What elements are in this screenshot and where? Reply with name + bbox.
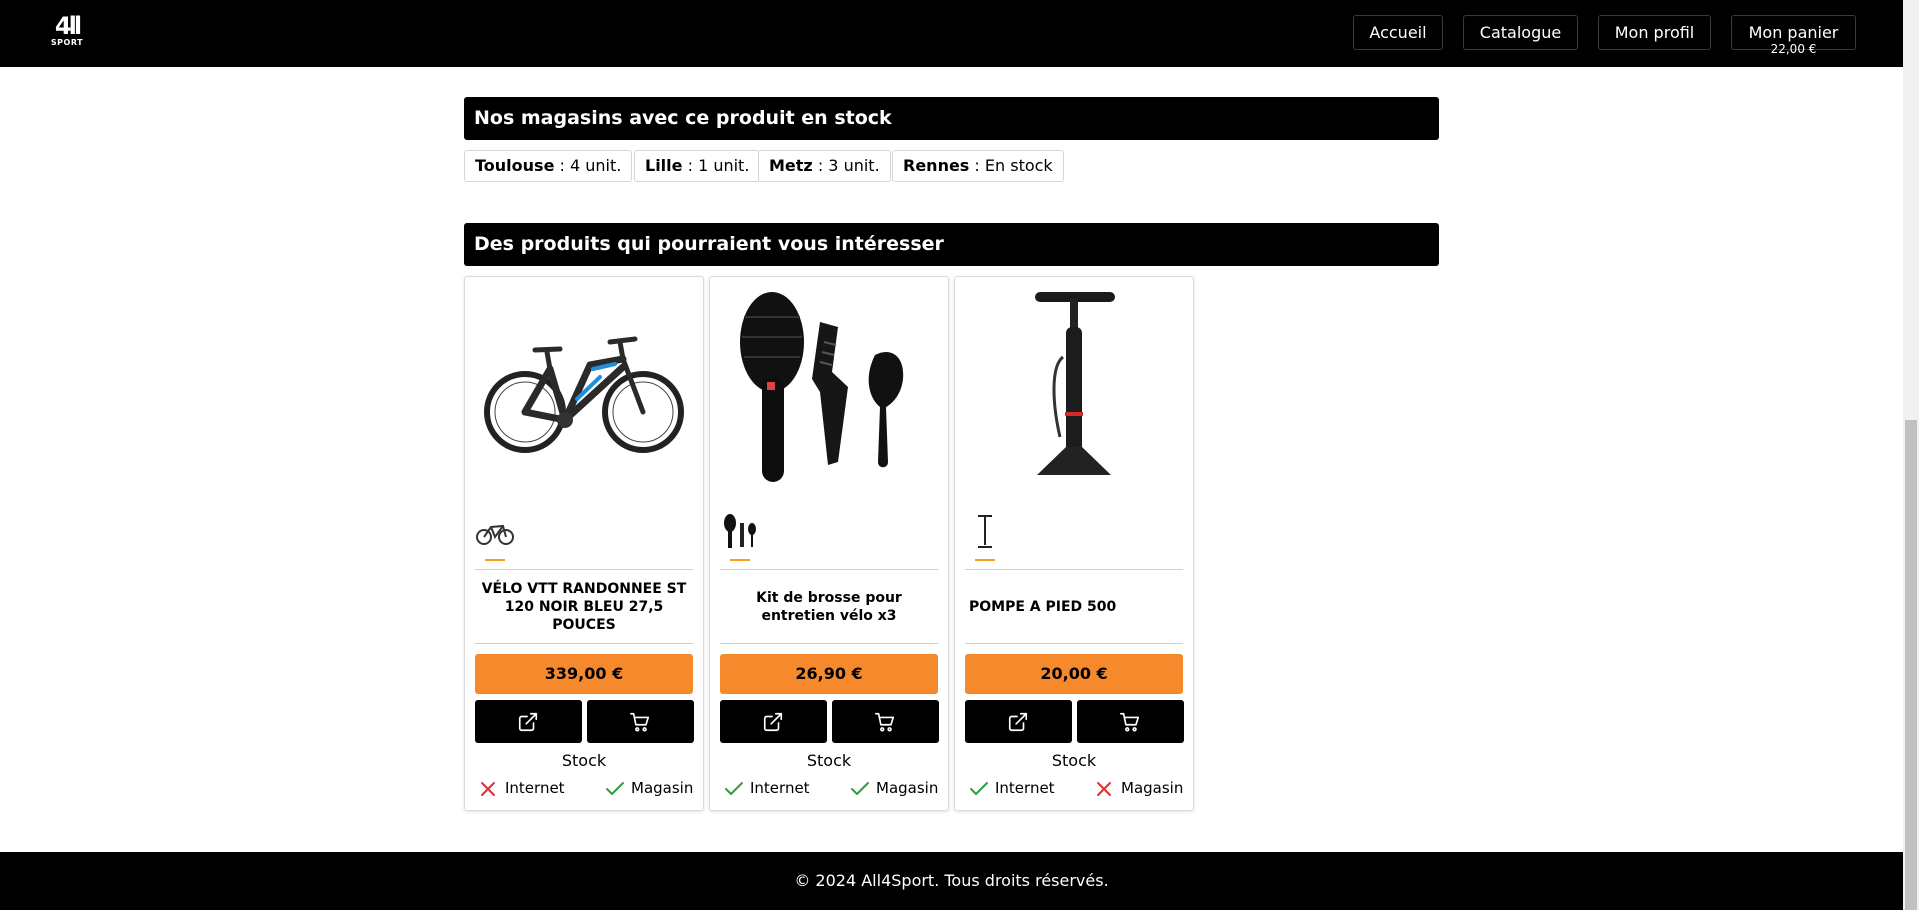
floor-pump-icon: [1035, 292, 1115, 475]
product-name[interactable]: VÉLO VTT RANDONNEE ST 120 NOIR BLEU 27,5…: [479, 571, 689, 643]
internet-label: Internet: [505, 779, 565, 797]
product-image[interactable]: [965, 287, 1183, 487]
mountain-bike-icon: [484, 336, 684, 453]
store-stock: : 1 unit.: [682, 156, 750, 175]
store-city: Rennes: [903, 156, 970, 175]
stock-label: Stock: [1051, 751, 1097, 770]
logo-subtitle: SPORT: [50, 38, 84, 47]
logo-mark: 4ll: [54, 12, 82, 40]
thumbnail-active-indicator: [730, 559, 750, 561]
external-link-icon: [1008, 712, 1028, 732]
divider: [720, 643, 938, 644]
nav-accueil-button[interactable]: Accueil: [1353, 15, 1443, 50]
store-chip-toulouse: Toulouse : 4 unit.: [464, 150, 633, 182]
store-stock: : 4 unit.: [554, 156, 622, 175]
internet-label: Internet: [995, 779, 1055, 797]
store-stock: : 3 unit.: [812, 156, 880, 175]
store-chip-metz: Metz : 3 unit.: [758, 150, 891, 182]
store-label: Magasin: [876, 779, 939, 797]
view-product-button[interactable]: [965, 700, 1072, 743]
divider: [720, 569, 938, 570]
cart-icon: [875, 712, 895, 732]
stock-label: Stock: [561, 751, 607, 770]
thumbnail-active-indicator: [975, 559, 995, 561]
product-card: Kit de brosse pour entretien vélo x3 26,…: [709, 276, 949, 811]
nav-catalogue-button[interactable]: Catalogue: [1463, 15, 1578, 50]
product-price: 26,90 €: [720, 654, 938, 694]
divider: [475, 569, 693, 570]
store-chip-rennes: Rennes : En stock: [892, 150, 1064, 182]
check-icon: [725, 782, 743, 795]
store-label: Magasin: [1121, 779, 1184, 797]
external-link-icon: [518, 712, 538, 732]
scrollbar-thumb[interactable]: [1905, 420, 1917, 910]
product-price: 339,00 €: [475, 654, 693, 694]
cross-icon: [481, 782, 495, 796]
store-chip-lille: Lille : 1 unit.: [634, 150, 761, 182]
nav-panier-label: Mon panier: [1748, 23, 1839, 42]
check-icon: [851, 782, 869, 795]
thumbnail-active-indicator: [485, 559, 505, 561]
copyright-text: © 2024 All4Sport. Tous droits réservés.: [794, 871, 1109, 890]
page-footer: © 2024 All4Sport. Tous droits réservés.: [0, 852, 1903, 910]
view-product-button[interactable]: [475, 700, 582, 743]
nav-panier-button[interactable]: Mon panier 22,00 €: [1731, 15, 1856, 56]
internet-label: Internet: [750, 779, 810, 797]
store-city: Toulouse: [475, 156, 555, 175]
external-link-icon: [763, 712, 783, 732]
floor-pump-icon: [978, 515, 992, 548]
divider: [475, 643, 693, 644]
mountain-bike-icon: [476, 524, 514, 545]
cart-icon: [630, 712, 650, 732]
product-image[interactable]: [475, 287, 693, 487]
product-card: POMPE A PIED 500 20,00 € Stock Internet …: [954, 276, 1194, 811]
related-section-title: Des produits qui pourraient vous intéres…: [464, 223, 1439, 266]
product-name[interactable]: Kit de brosse pour entretien vélo x3: [724, 571, 934, 643]
top-navbar: 4ll SPORT Accueil Catalogue Mon profil M…: [0, 0, 1903, 67]
all4sport-logo[interactable]: 4ll SPORT: [50, 14, 84, 50]
stores-section-title: Nos magasins avec ce produit en stock: [464, 97, 1439, 140]
check-icon: [606, 782, 624, 795]
page-scrollbar[interactable]: [1903, 0, 1919, 910]
cart-total: 22,00 €: [1770, 42, 1817, 56]
store-city: Lille: [645, 156, 683, 175]
divider: [965, 569, 1183, 570]
product-thumbnail[interactable]: [475, 513, 515, 553]
product-price: 20,00 €: [965, 654, 1183, 694]
product-thumbnail[interactable]: [720, 513, 760, 553]
cross-icon: [1097, 782, 1111, 796]
product-card: VÉLO VTT RANDONNEE ST 120 NOIR BLEU 27,5…: [464, 276, 704, 811]
product-image[interactable]: [720, 287, 938, 487]
nav-profil-button[interactable]: Mon profil: [1598, 15, 1711, 50]
check-icon: [970, 782, 988, 795]
brush-kit-icon: [740, 292, 904, 482]
store-stock: : En stock: [969, 156, 1053, 175]
product-name[interactable]: POMPE A PIED 500: [969, 571, 1179, 643]
cart-icon: [1120, 712, 1140, 732]
add-to-cart-button[interactable]: [587, 700, 694, 743]
brush-kit-icon: [724, 514, 756, 548]
stock-label: Stock: [806, 751, 852, 770]
divider: [965, 643, 1183, 644]
product-thumbnail[interactable]: [965, 513, 1005, 553]
store-city: Metz: [769, 156, 813, 175]
add-to-cart-button[interactable]: [832, 700, 939, 743]
add-to-cart-button[interactable]: [1077, 700, 1184, 743]
store-label: Magasin: [631, 779, 694, 797]
view-product-button[interactable]: [720, 700, 827, 743]
